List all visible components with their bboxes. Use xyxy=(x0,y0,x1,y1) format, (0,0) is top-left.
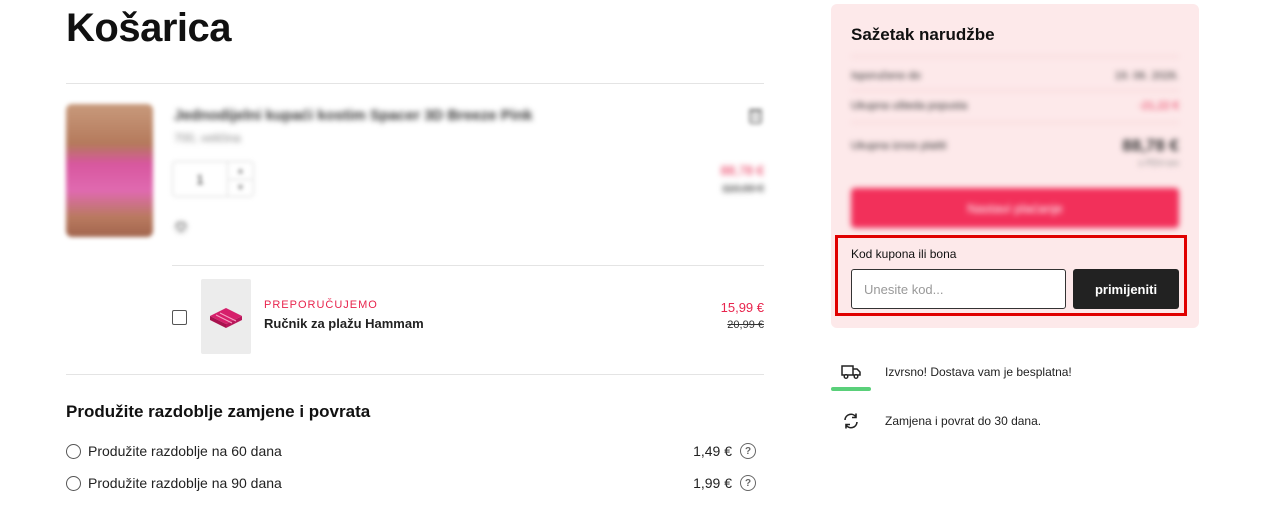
divider xyxy=(851,122,1179,123)
quantity-value[interactable]: 1 xyxy=(173,162,227,196)
summary-total-row: Ukupna iznos platiti 88,78 € xyxy=(851,136,1179,156)
perk-text: Zamjena i povrat do 30 dana. xyxy=(885,414,1042,428)
summary-row-value: -21,22 € xyxy=(1138,100,1179,112)
product-variant: 700, veličina xyxy=(174,131,241,145)
recommended-name[interactable]: Ručnik za plažu Hammam xyxy=(264,316,424,331)
summary-title: Sažetak narudžbe xyxy=(851,25,995,44)
summary-row-label: Ukupna ušteda popusta xyxy=(851,100,968,112)
help-icon[interactable]: ? xyxy=(740,475,756,491)
summary-row: Isporučeno do 19. 06. 2026. xyxy=(851,70,1179,82)
product-name[interactable]: Jednodijelni kupaći kostim Spacer 3D Bre… xyxy=(174,107,532,124)
truck-icon xyxy=(831,360,871,384)
extension-label[interactable]: Produžite razdoblje na 60 dana xyxy=(88,443,693,459)
shipping-progress-bar xyxy=(831,387,871,391)
product-image[interactable] xyxy=(66,104,153,237)
recommended-checkbox[interactable] xyxy=(172,310,187,325)
trash-icon[interactable] xyxy=(748,107,763,124)
extension-option[interactable]: Produžite razdoblje na 60 dana 1,49 € ? xyxy=(66,441,756,461)
recommended-image[interactable] xyxy=(201,279,251,354)
divider xyxy=(851,90,1179,91)
product-old-price: 110,00 € xyxy=(721,183,764,195)
extension-label[interactable]: Produžite razdoblje na 90 dana xyxy=(88,475,693,491)
divider xyxy=(172,265,764,266)
divider xyxy=(66,374,764,375)
divider xyxy=(66,83,764,84)
coupon-label: Kod kupona ili bona xyxy=(851,247,957,261)
perk-text: Izvrsno! Dostava vam je besplatna! xyxy=(885,365,1072,379)
summary-row-label: Isporučeno do xyxy=(851,70,921,82)
quantity-stepper[interactable]: 1 ▲ ▼ xyxy=(172,161,254,197)
summary-row-label: Ukupna iznos platiti xyxy=(851,140,947,152)
heart-icon[interactable] xyxy=(172,218,190,236)
page-title: Košarica xyxy=(66,6,231,50)
summary-total-value: 88,78 € xyxy=(1122,136,1179,155)
extension-radio-90[interactable] xyxy=(66,475,81,491)
help-icon[interactable]: ? xyxy=(740,443,756,459)
vat-note: s PDV-om xyxy=(1138,158,1179,168)
summary-row: Ukupna ušteda popusta -21,22 € xyxy=(851,100,1179,112)
exchange-icon xyxy=(831,409,871,433)
recommended-tag: PREPORUČUJEMO xyxy=(264,299,378,311)
increase-quantity-button[interactable]: ▲ xyxy=(228,162,253,179)
coupon-input[interactable] xyxy=(851,269,1066,309)
perk-returns: Zamjena i povrat do 30 dana. xyxy=(831,409,1041,433)
extension-price: 1,99 € xyxy=(693,475,732,491)
checkout-button[interactable]: Nastavi plaćanje xyxy=(851,188,1179,228)
recommended-price: 15,99 € xyxy=(720,300,764,315)
extension-option[interactable]: Produžite razdoblje na 90 dana 1,99 € ? xyxy=(66,473,756,493)
extension-title: Produžite razdoblje zamjene i povrata xyxy=(66,402,371,421)
apply-coupon-button[interactable]: primijeniti xyxy=(1073,269,1179,309)
summary-row-value: 19. 06. 2026. xyxy=(1114,70,1179,82)
decrease-quantity-button[interactable]: ▼ xyxy=(228,178,253,197)
divider xyxy=(851,56,1179,57)
recommended-old-price: 20,99 € xyxy=(727,319,764,331)
extension-price: 1,49 € xyxy=(693,443,732,459)
product-price: 88,78 € xyxy=(720,163,764,178)
perk-shipping: Izvrsno! Dostava vam je besplatna! xyxy=(831,360,1072,384)
extension-radio-60[interactable] xyxy=(66,443,81,459)
